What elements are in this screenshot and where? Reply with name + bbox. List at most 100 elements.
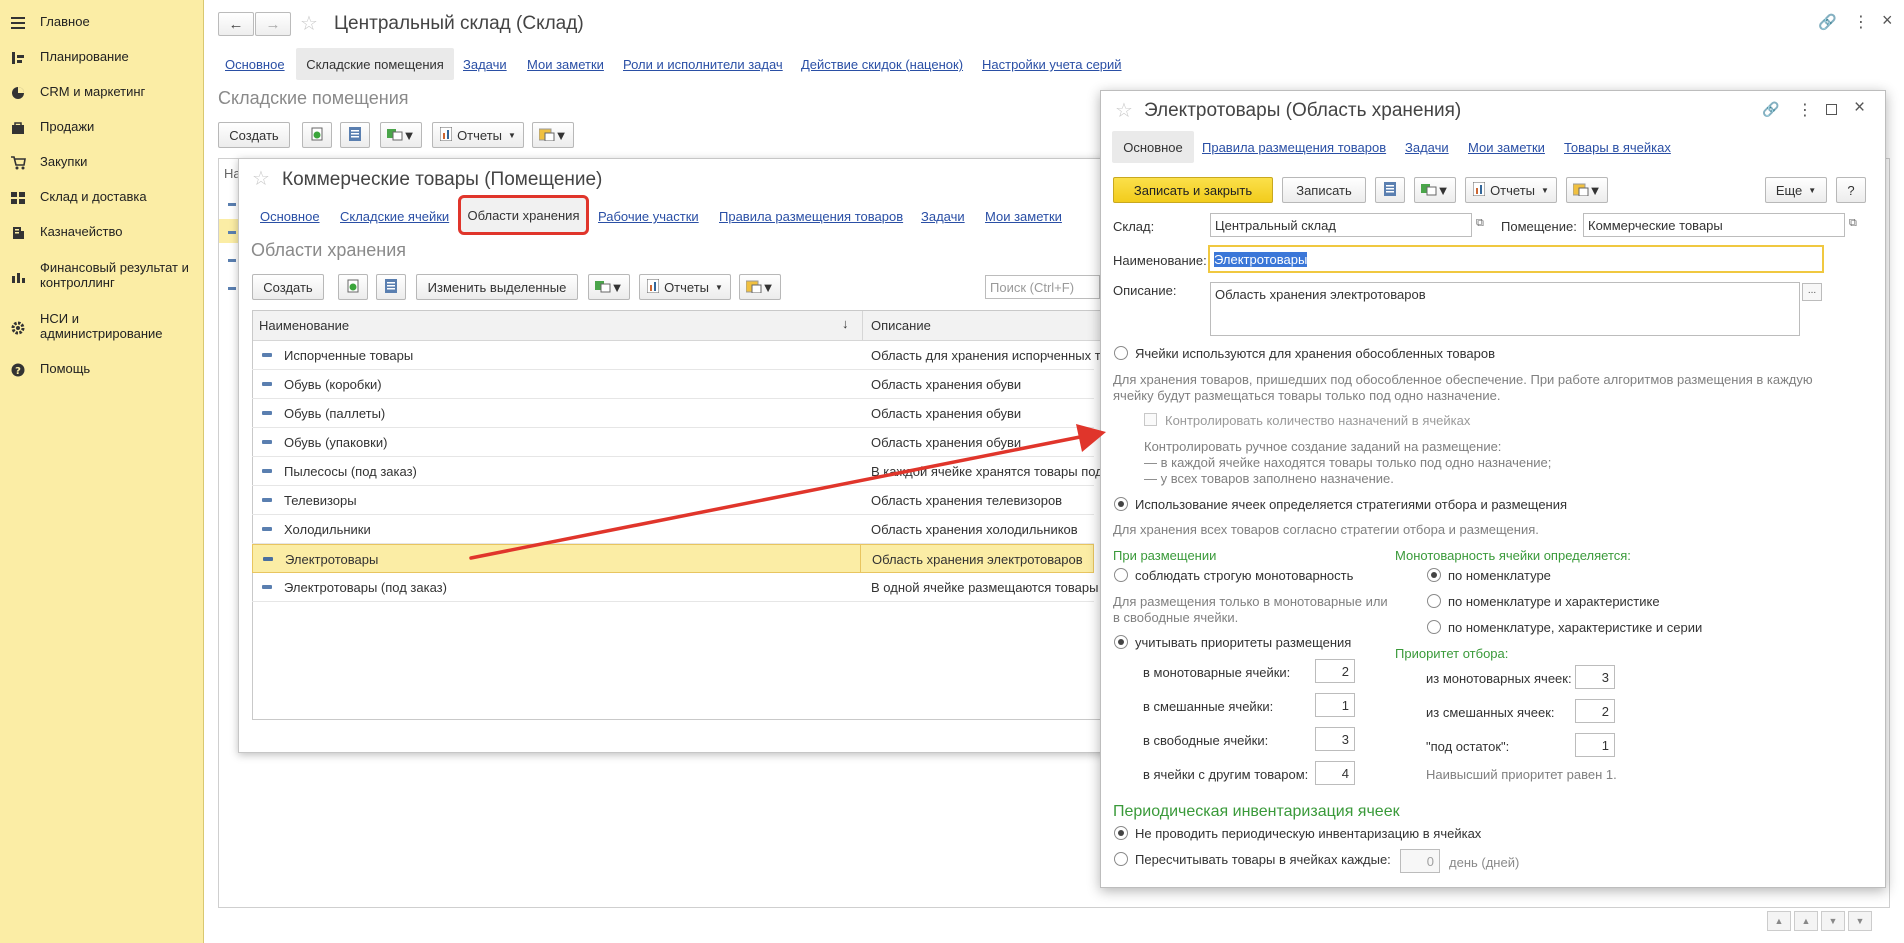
- more-button[interactable]: Еще ▼: [1765, 177, 1827, 203]
- scroll-last-button[interactable]: ▼: [1848, 911, 1872, 931]
- pick-mono-input[interactable]: 3: [1575, 665, 1615, 689]
- table-row[interactable]: Испорченные товары Область для хранения и…: [252, 341, 1115, 370]
- link-icon[interactable]: 🔗: [1818, 13, 1837, 31]
- radio-no-inventory[interactable]: [1114, 826, 1128, 840]
- favorite-star-icon[interactable]: ☆: [252, 166, 270, 191]
- table-row[interactable]: Холодильники Область хранения холодильник…: [252, 515, 1094, 544]
- prio-other-input[interactable]: 4: [1315, 761, 1355, 785]
- table-row-selected[interactable]: Электротовары Область хранения электротов…: [252, 544, 1094, 573]
- name-input[interactable]: Электротовары: [1208, 245, 1824, 273]
- table-row[interactable]: Обувь (коробки) Область хранения обуви: [252, 370, 1094, 399]
- main-exchange-button[interactable]: ▼: [380, 122, 422, 148]
- tab-main[interactable]: Основное: [225, 57, 285, 72]
- sort-arrow-icon[interactable]: ↓: [842, 316, 849, 331]
- tab-tasks[interactable]: Задачи: [463, 57, 507, 72]
- forward-button[interactable]: →: [255, 12, 291, 36]
- radio-mono-nomenclature[interactable]: [1427, 568, 1441, 582]
- more-vertical-icon[interactable]: ⋮: [1797, 100, 1813, 120]
- area-list-button[interactable]: [1375, 177, 1405, 203]
- radio-strategy[interactable]: [1114, 497, 1128, 511]
- prio-free-input[interactable]: 3: [1315, 727, 1355, 751]
- radio-priorities[interactable]: [1114, 635, 1128, 649]
- sidebar-item-purchases[interactable]: Закупки: [0, 154, 204, 171]
- tab-area-placement-rules[interactable]: Правила размещения товаров: [1202, 140, 1386, 155]
- tab-room-notes[interactable]: Мои заметки: [985, 209, 1062, 224]
- tab-room-tasks[interactable]: Задачи: [921, 209, 965, 224]
- radio-isolated[interactable]: [1114, 346, 1128, 360]
- warehouse-field[interactable]: Центральный склад: [1210, 213, 1472, 237]
- radio-mono-characteristic[interactable]: [1427, 594, 1441, 608]
- tab-series-settings[interactable]: Настройки учета серий: [982, 57, 1122, 72]
- sidebar-item-main[interactable]: Главное: [0, 14, 204, 31]
- inventory-days-input[interactable]: 0: [1400, 849, 1440, 873]
- description-expand-button[interactable]: ...: [1802, 283, 1822, 301]
- room-print-button[interactable]: ▼: [739, 274, 781, 300]
- room-search-input[interactable]: Поиск (Ctrl+F): [985, 275, 1100, 299]
- sidebar-item-crm[interactable]: CRM и маркетинг: [0, 84, 204, 101]
- maximize-icon[interactable]: [1826, 104, 1837, 115]
- sidebar-item-finance[interactable]: Финансовый результат и контроллинг: [0, 260, 204, 290]
- room-list-button[interactable]: [376, 274, 406, 300]
- area-print-button[interactable]: ▼: [1566, 177, 1608, 203]
- sidebar-item-treasury[interactable]: Казначейство: [0, 224, 204, 241]
- tab-room-placement-rules[interactable]: Правила размещения товаров: [719, 209, 903, 224]
- close-icon[interactable]: ×: [1882, 10, 1893, 31]
- room-create-button[interactable]: Создать: [252, 274, 324, 300]
- table-row[interactable]: Обувь (паллеты) Область хранения обуви: [252, 399, 1094, 428]
- room-edit-selected-button[interactable]: Изменить выделенные: [416, 274, 578, 300]
- save-button[interactable]: Записать: [1282, 177, 1366, 203]
- radio-periodic-inventory[interactable]: [1114, 852, 1128, 866]
- tab-room-storage-areas[interactable]: Области хранения: [458, 195, 589, 235]
- prio-mono-input[interactable]: 2: [1315, 659, 1355, 683]
- room-reports-button[interactable]: Отчеты ▼: [639, 274, 731, 300]
- table-row[interactable]: Электротовары (под заказ) В одной ячейке …: [252, 573, 1098, 602]
- radio-mono-series[interactable]: [1427, 620, 1441, 634]
- tab-room-work-areas[interactable]: Рабочие участки: [598, 209, 699, 224]
- description-textarea[interactable]: Область хранения электротоваров: [1210, 282, 1800, 336]
- tab-room-cells[interactable]: Складские ячейки: [340, 209, 449, 224]
- tab-storage-rooms[interactable]: Складские помещения: [296, 48, 454, 80]
- scroll-up-button[interactable]: ▲: [1794, 911, 1818, 931]
- scroll-first-button[interactable]: ▲: [1767, 911, 1791, 931]
- table-row[interactable]: Пылесосы (под заказ) В каждой ячейке хран…: [252, 457, 1103, 486]
- column-header-name[interactable]: Наименование: [259, 318, 349, 333]
- link-icon[interactable]: 🔗: [1762, 101, 1779, 118]
- tab-area-main[interactable]: Основное: [1112, 131, 1194, 163]
- tab-discounts[interactable]: Действие скидок (наценок): [801, 57, 963, 72]
- area-exchange-button[interactable]: ▼: [1414, 177, 1456, 203]
- save-and-close-button[interactable]: Записать и закрыть: [1113, 177, 1273, 203]
- tab-roles[interactable]: Роли и исполнители задач: [623, 57, 783, 72]
- pick-mixed-input[interactable]: 2: [1575, 699, 1615, 723]
- tab-room-main[interactable]: Основное: [260, 209, 320, 224]
- scroll-down-button[interactable]: ▼: [1821, 911, 1845, 931]
- table-row[interactable]: Обувь (упаковки) Область хранения обуви: [252, 428, 1094, 457]
- sidebar-item-warehouse[interactable]: Склад и доставка: [0, 189, 204, 206]
- main-reports-button[interactable]: Отчеты ▼: [432, 122, 524, 148]
- sidebar-item-admin[interactable]: НСИ и администрирование: [0, 311, 204, 341]
- table-row[interactable]: Телевизоры Область хранения телевизоров: [252, 486, 1094, 515]
- help-button[interactable]: ?: [1836, 177, 1866, 203]
- sidebar-item-help[interactable]: ? Помощь: [0, 361, 204, 378]
- open-link-icon[interactable]: ⧉: [1476, 217, 1484, 230]
- area-reports-button[interactable]: Отчеты ▼: [1465, 177, 1557, 203]
- room-copy-button[interactable]: [338, 274, 368, 300]
- main-list-button[interactable]: [340, 122, 370, 148]
- main-copy-button[interactable]: [302, 122, 332, 148]
- prio-mixed-input[interactable]: 1: [1315, 693, 1355, 717]
- open-link-icon[interactable]: ⧉: [1849, 217, 1857, 230]
- tab-area-cell-goods[interactable]: Товары в ячейках: [1564, 140, 1671, 155]
- sidebar-item-sales[interactable]: Продажи: [0, 119, 204, 136]
- pick-rest-input[interactable]: 1: [1575, 733, 1615, 757]
- radio-strict-mono[interactable]: [1114, 568, 1128, 582]
- favorite-star-icon[interactable]: ☆: [1115, 98, 1133, 123]
- column-header-description[interactable]: Описание: [871, 318, 931, 333]
- close-icon[interactable]: ×: [1854, 97, 1865, 119]
- sidebar-item-planning[interactable]: Планирование: [0, 49, 204, 66]
- room-exchange-button[interactable]: ▼: [588, 274, 630, 300]
- more-vertical-icon[interactable]: ⋮: [1853, 12, 1869, 32]
- main-create-button[interactable]: Создать: [218, 122, 290, 148]
- favorite-star-icon[interactable]: ☆: [300, 11, 318, 36]
- tab-my-notes[interactable]: Мои заметки: [527, 57, 604, 72]
- control-count-checkbox[interactable]: [1144, 413, 1157, 426]
- room-field[interactable]: Коммерческие товары: [1583, 213, 1845, 237]
